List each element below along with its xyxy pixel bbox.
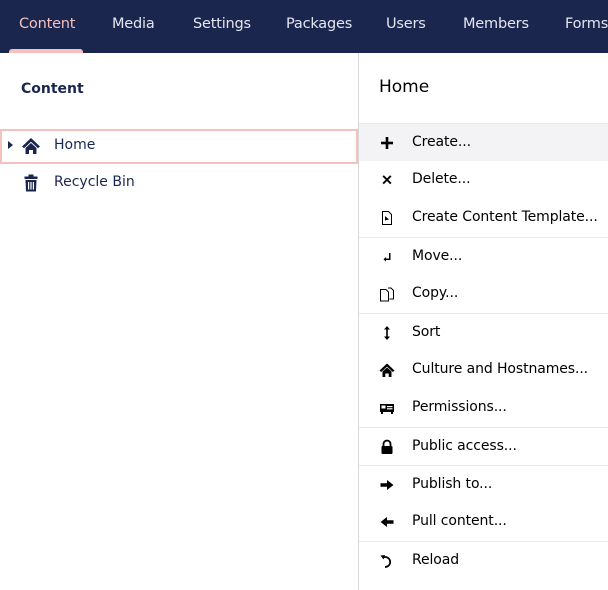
reload-icon bbox=[379, 553, 395, 569]
tree-node-label: Recycle Bin bbox=[54, 174, 135, 190]
actions-list: Create... Delete... Create Content Templ… bbox=[359, 123, 608, 579]
action-pull-content[interactable]: Pull content... bbox=[359, 503, 608, 541]
arrow-right-icon bbox=[379, 477, 395, 493]
tree-node-recycle-bin[interactable]: Recycle Bin bbox=[0, 166, 358, 201]
action-label: Delete... bbox=[412, 171, 471, 187]
action-permissions[interactable]: Permissions... bbox=[359, 389, 608, 427]
tree-node-label: Home bbox=[54, 137, 96, 153]
home-icon bbox=[379, 362, 395, 378]
nav-tab-settings[interactable]: Settings bbox=[193, 16, 251, 32]
trash-icon bbox=[21, 174, 41, 192]
nav-tab-users[interactable]: Users bbox=[386, 16, 426, 32]
nav-tab-members[interactable]: Members bbox=[463, 16, 529, 32]
arrow-left-icon bbox=[379, 514, 395, 530]
action-culture-and-hostnames[interactable]: Culture and Hostnames... bbox=[359, 351, 608, 389]
action-label: Create... bbox=[412, 134, 471, 150]
tree-node-home[interactable]: Home bbox=[0, 129, 358, 164]
action-label: Culture and Hostnames... bbox=[412, 361, 589, 377]
nav-tab-content[interactable]: Content bbox=[19, 16, 75, 32]
lock-icon bbox=[379, 439, 395, 455]
action-label: Public access... bbox=[412, 438, 517, 454]
action-label: Copy... bbox=[412, 285, 459, 301]
action-create[interactable]: Create... bbox=[359, 123, 608, 161]
action-copy[interactable]: Copy... bbox=[359, 275, 608, 313]
permissions-icon bbox=[379, 400, 395, 416]
action-public-access[interactable]: Public access... bbox=[359, 427, 608, 465]
sort-icon bbox=[379, 325, 395, 341]
action-label: Create Content Template... bbox=[412, 209, 598, 225]
content-tree: Content Home Recycle Bin bbox=[0, 53, 358, 590]
copy-icon bbox=[379, 286, 395, 302]
action-label: Move... bbox=[412, 248, 463, 264]
action-label: Publish to... bbox=[412, 476, 493, 492]
action-label: Permissions... bbox=[412, 399, 507, 415]
nav-tab-packages[interactable]: Packages bbox=[286, 16, 352, 32]
move-icon bbox=[379, 249, 395, 265]
action-label: Reload bbox=[412, 552, 460, 568]
action-create-content-template[interactable]: Create Content Template... bbox=[359, 199, 608, 237]
nav-tab-forms[interactable]: Forms bbox=[565, 16, 608, 32]
action-sort[interactable]: Sort bbox=[359, 313, 608, 351]
action-reload[interactable]: Reload bbox=[359, 541, 608, 579]
actions-menu: Home Create... Delete... Create Content … bbox=[359, 53, 608, 590]
action-move[interactable]: Move... bbox=[359, 237, 608, 275]
action-label: Sort bbox=[412, 324, 441, 340]
plus-icon bbox=[379, 135, 395, 151]
actions-title: Home bbox=[379, 77, 430, 97]
action-label: Pull content... bbox=[412, 513, 507, 529]
document-template-icon bbox=[379, 210, 395, 226]
top-navigation: Content Media Settings Packages Users Me… bbox=[0, 0, 608, 53]
nav-tab-media[interactable]: Media bbox=[112, 16, 155, 32]
tree-title: Content bbox=[21, 81, 84, 97]
action-delete[interactable]: Delete... bbox=[359, 161, 608, 199]
action-publish-to[interactable]: Publish to... bbox=[359, 465, 608, 503]
x-icon bbox=[379, 172, 395, 188]
home-icon bbox=[21, 137, 41, 155]
expand-caret-icon[interactable] bbox=[8, 141, 13, 149]
